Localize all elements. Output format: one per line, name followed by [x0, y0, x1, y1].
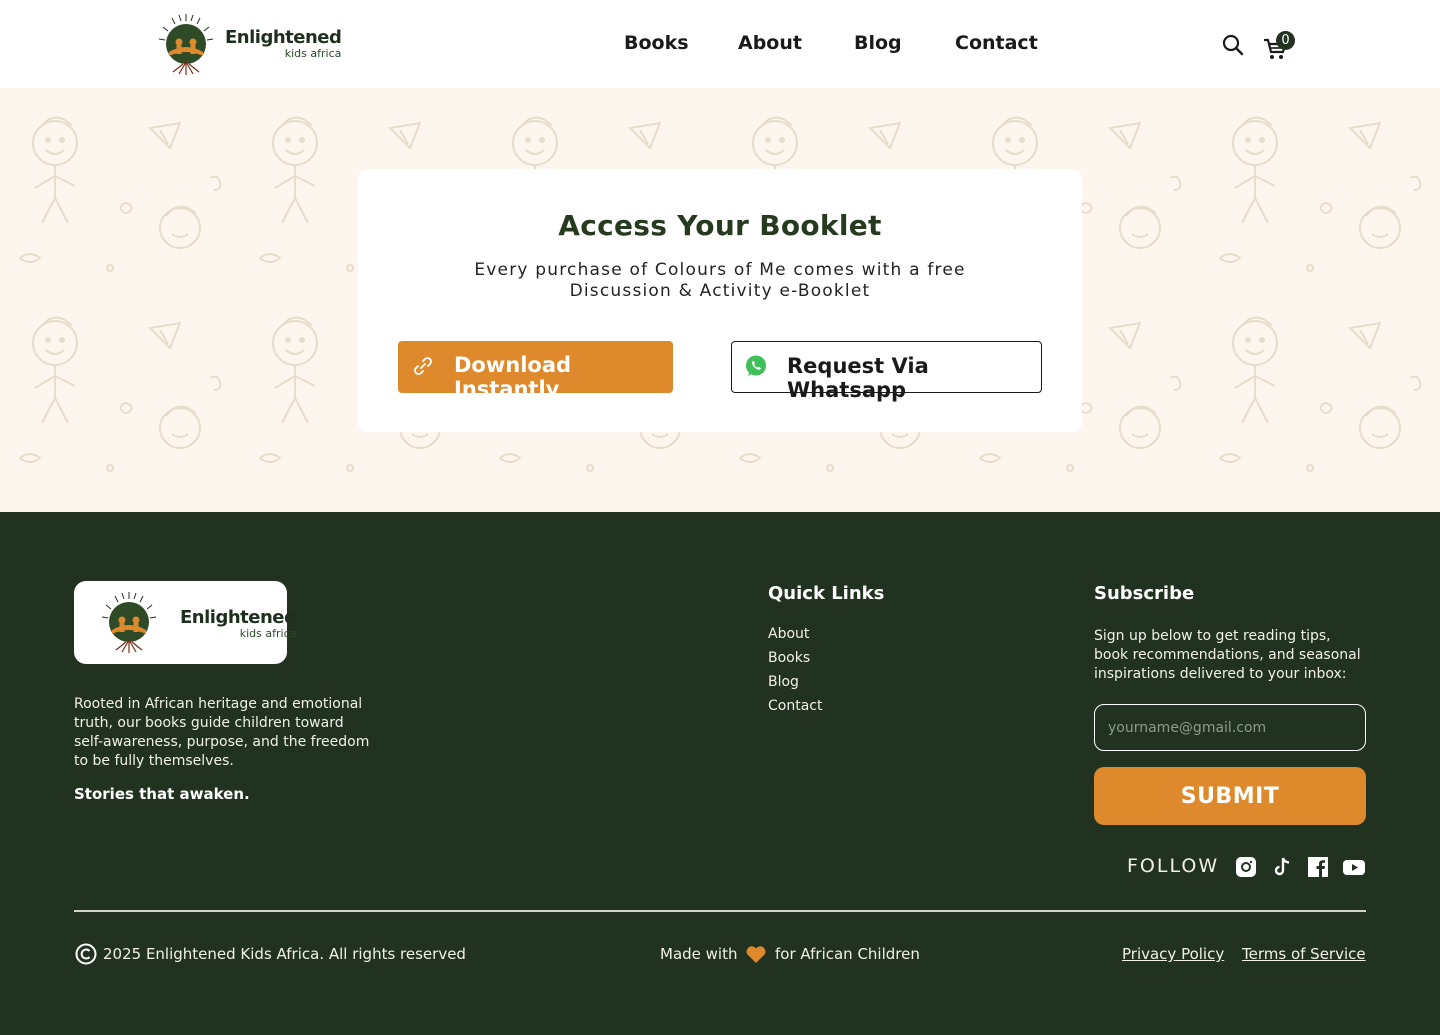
nav-contact[interactable]: Contact [955, 32, 1038, 54]
copyright-icon [75, 943, 97, 965]
request-whatsapp-button[interactable]: Request Via Whatsapp [731, 341, 1042, 402]
whatsapp-icon [744, 354, 768, 378]
site-logo[interactable]: Enlightened kids africa [155, 12, 342, 76]
email-field[interactable] [1094, 704, 1366, 751]
site-footer: Enlightened kids africa Rooted in Africa… [0, 512, 1440, 1035]
footer-logo-wordmark: Enlightened kids africa [180, 607, 297, 640]
subscribe-text: Sign up below to get reading tips, book … [1094, 628, 1361, 682]
download-instantly-button[interactable]: Download Instantly [398, 341, 673, 401]
whatsapp-label: Request Via Whatsapp [787, 354, 929, 402]
logo-line1: Enlightened [225, 27, 342, 48]
booklet-subtitle: Every purchase of Colours of Me comes wi… [474, 260, 966, 301]
quick-link-contact[interactable]: Contact [768, 698, 822, 722]
made-with-text: Made with [660, 945, 738, 963]
instagram-icon[interactable] [1236, 857, 1256, 877]
facebook-icon[interactable] [1308, 857, 1328, 877]
footer-about-text: Rooted in African heritage and emotional… [74, 696, 370, 769]
booklet-card: Access Your Booklet Every purchase of Co… [358, 169, 1082, 432]
logo-line2: kids africa [284, 47, 342, 60]
quick-links-list: About Books Blog Contact [768, 626, 822, 722]
footer-divider [74, 910, 1366, 912]
made-for-text: for African Children [775, 945, 920, 963]
booklet-title: Access Your Booklet [558, 209, 882, 242]
footer-logo-emblem-icon [98, 590, 160, 654]
footer-logo-line2: kids africa [239, 627, 297, 640]
heart-icon [745, 944, 767, 964]
nav-blog[interactable]: Blog [854, 32, 955, 54]
footer-logo[interactable]: Enlightened kids africa [74, 581, 297, 664]
logo-emblem-icon [155, 12, 217, 76]
link-icon [412, 355, 434, 377]
follow-label: FOLLOW [1127, 855, 1220, 877]
search-icon[interactable] [1221, 33, 1245, 57]
copyright-text: 2025 Enlightened Kids Africa. All rights… [103, 945, 466, 963]
subscribe-title: Subscribe [1094, 583, 1195, 604]
nav-about[interactable]: About [738, 32, 854, 54]
quick-link-blog[interactable]: Blog [768, 674, 822, 698]
quick-link-books[interactable]: Books [768, 650, 822, 674]
youtube-icon[interactable] [1343, 857, 1365, 877]
site-header: Enlightened kids africa Books About Blog… [0, 0, 1440, 88]
nav-books[interactable]: Books [624, 32, 738, 54]
footer-logo-line1: Enlightened [180, 607, 297, 628]
privacy-policy-link[interactable]: Privacy Policy [1122, 945, 1224, 963]
download-label: Download Instantly [454, 353, 572, 401]
booklet-section: Access Your Booklet Every purchase of Co… [0, 88, 1440, 512]
logo-wordmark: Enlightened kids africa [225, 27, 342, 60]
terms-of-service-link[interactable]: Terms of Service [1242, 945, 1366, 963]
footer-tagline: Stories that awaken. [74, 785, 250, 803]
tiktok-icon[interactable] [1272, 857, 1292, 877]
quick-links-title: Quick Links [768, 583, 885, 604]
cart-count-badge: 0 [1276, 31, 1295, 50]
main-nav: Books About Blog Contact [624, 32, 1038, 54]
submit-button[interactable]: SUBMIT [1094, 767, 1366, 825]
quick-link-about[interactable]: About [768, 626, 822, 650]
